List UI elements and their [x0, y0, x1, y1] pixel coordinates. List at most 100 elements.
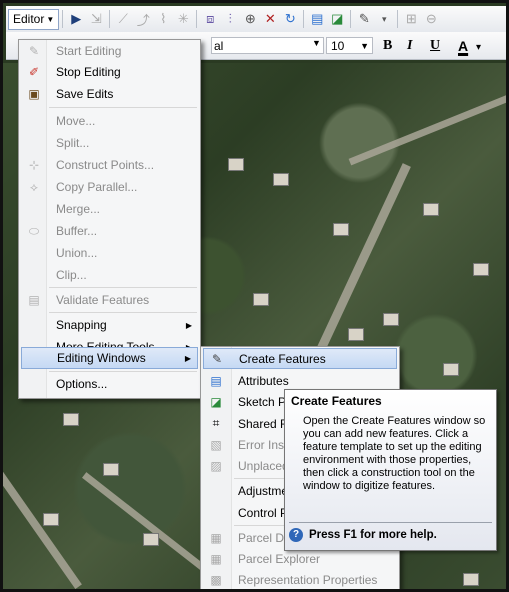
- menu-item-label: Construct Points...: [56, 158, 155, 172]
- straight-segment-icon[interactable]: ⟋: [113, 11, 133, 27]
- italic-button[interactable]: I: [407, 38, 412, 54]
- submenu-item-create-features[interactable]: ✎ Create Features: [203, 348, 397, 369]
- map-building: [63, 413, 79, 426]
- map-building: [383, 313, 399, 326]
- split-tool-icon[interactable]: ✕: [260, 11, 280, 27]
- edit-tool-icon[interactable]: ▶: [66, 11, 86, 27]
- menu-item-clip[interactable]: Clip...: [21, 264, 198, 286]
- trace-icon[interactable]: ⌇: [153, 11, 173, 27]
- menu-item-split[interactable]: Split...: [21, 132, 198, 154]
- toolbar-separator: [109, 10, 111, 28]
- menu-item-label: Options...: [56, 377, 108, 391]
- tooltip-title: Create Features: [291, 394, 382, 408]
- buffer-icon: ⬭: [28, 223, 40, 238]
- map-building: [253, 293, 269, 306]
- menu-item-stop-editing[interactable]: ✐ Stop Editing: [21, 61, 198, 83]
- sketch-properties-icon: ◪: [210, 394, 222, 409]
- create-features-icon: ✎: [211, 351, 223, 366]
- menu-separator: [49, 287, 197, 288]
- map-building: [103, 463, 119, 476]
- map-building: [348, 328, 364, 341]
- menu-item-label: Validate Features: [56, 293, 150, 307]
- representation-icon: ▩: [210, 572, 222, 587]
- attributes-icon[interactable]: ▤: [307, 11, 327, 27]
- map-building: [473, 263, 489, 276]
- menu-item-move[interactable]: Move...: [21, 110, 198, 132]
- endpoint-arc-icon[interactable]: ⤴: [133, 10, 153, 29]
- map-road: [3, 436, 82, 589]
- submenu-item-attributes[interactable]: ▤ Attributes: [203, 370, 397, 391]
- stop-editing-icon: ✐: [28, 65, 40, 79]
- editor-menu-button[interactable]: Editor ▼: [8, 8, 60, 30]
- toolbar-options-icon[interactable]: ▾: [374, 14, 394, 25]
- chevron-down-icon[interactable]: ▾: [476, 42, 481, 53]
- shared-features-icon: ⌗: [212, 416, 220, 430]
- menu-item-label: Save Edits: [56, 87, 114, 101]
- edit-annotation-icon[interactable]: ⇲: [86, 11, 106, 27]
- toolbar-separator: [397, 10, 399, 28]
- georeference-icon[interactable]: ⊞: [401, 11, 421, 27]
- menu-item-construct-points[interactable]: ⊹ Construct Points...: [21, 154, 198, 176]
- sketch-properties-icon[interactable]: ◪: [327, 11, 347, 27]
- rotate-icon[interactable]: ↻: [280, 11, 300, 27]
- menu-item-label: Editing Windows: [57, 351, 146, 365]
- map-building: [143, 533, 159, 546]
- map-road: [348, 87, 506, 166]
- menu-item-options[interactable]: Options...: [21, 373, 198, 395]
- menu-item-editing-windows[interactable]: Editing Windows ▶: [21, 347, 198, 369]
- menu-item-save-edits[interactable]: ▣ Save Edits: [21, 83, 198, 105]
- tooltip-divider: [289, 522, 492, 523]
- font-color-button[interactable]: A: [458, 38, 468, 54]
- toolbar-separator: [350, 10, 352, 28]
- menu-item-snapping[interactable]: Snapping ▶: [21, 314, 198, 336]
- edit-vertices-icon[interactable]: ⧈: [200, 11, 220, 27]
- underline-button[interactable]: U: [430, 38, 440, 54]
- submenu-item-label: Create Features: [239, 351, 326, 366]
- tooltip-help-text: Press F1 for more help.: [309, 529, 437, 541]
- map-building: [43, 513, 59, 526]
- tooltip-body: Open the Create Features window so you c…: [303, 415, 486, 492]
- tooltip-help: ? Press F1 for more help.: [289, 528, 437, 542]
- parcel-details-icon: ▦: [210, 530, 222, 545]
- submenu-arrow-icon: ▶: [184, 353, 191, 363]
- pencil-icon: ✎: [28, 44, 40, 58]
- cut-polygons-icon[interactable]: ⊕: [240, 11, 260, 27]
- menu-separator: [49, 371, 197, 372]
- toolbar-separator: [196, 10, 198, 28]
- font-name-value: al: [214, 39, 224, 53]
- unplaced-annotation-icon: ▨: [210, 458, 222, 473]
- font-name-select[interactable]: al: [211, 37, 324, 54]
- menu-item-union[interactable]: Union...: [21, 242, 198, 264]
- validate-icon: ▤: [28, 293, 40, 307]
- map-building: [423, 203, 439, 216]
- menu-item-label: Clip...: [56, 268, 87, 282]
- map-building: [463, 573, 479, 586]
- create-features-icon[interactable]: ✎: [354, 11, 374, 27]
- menu-item-buffer[interactable]: ⬭ Buffer...: [21, 220, 198, 242]
- menu-item-label: Union...: [56, 246, 98, 260]
- map-building: [273, 173, 289, 186]
- menu-item-merge[interactable]: Merge...: [21, 198, 198, 220]
- menu-item-start-editing[interactable]: ✎ Start Editing: [21, 40, 198, 62]
- arcmap-window: Editor ▼ ▶ ⇲ ⟋ ⤴ ⌇ ✳ ⧈ ⫶ ⊕ ✕ ↻ ▤ ◪ ✎ ▾ ⊞ …: [0, 0, 509, 592]
- editor-toolbar: Editor ▼ ▶ ⇲ ⟋ ⤴ ⌇ ✳ ⧈ ⫶ ⊕ ✕ ↻ ▤ ◪ ✎ ▾ ⊞ …: [6, 6, 506, 33]
- menu-separator: [49, 107, 197, 108]
- editor-menu-label: Editor: [13, 12, 45, 26]
- submenu-item-parcel-explorer[interactable]: ▦ Parcel Explorer: [203, 548, 397, 569]
- submenu-item-representation-properties[interactable]: ▩ Representation Properties: [203, 569, 397, 589]
- menu-item-label: Buffer...: [56, 224, 98, 238]
- construct-points-icon: ⊹: [28, 158, 40, 172]
- map-building: [333, 223, 349, 236]
- toolbar-overflow-icon[interactable]: ⊖: [421, 11, 441, 27]
- reshape-feature-icon[interactable]: ⫶: [220, 11, 240, 27]
- parcel-explorer-icon: ▦: [210, 551, 222, 566]
- menu-item-validate-features[interactable]: ▤ Validate Features: [21, 289, 198, 311]
- point-icon[interactable]: ✳: [173, 11, 193, 27]
- menu-item-label: Merge...: [56, 202, 101, 216]
- bold-button[interactable]: B: [383, 38, 392, 54]
- menu-item-copy-parallel[interactable]: ⟡ Copy Parallel...: [21, 176, 198, 198]
- menu-item-label: Move...: [56, 114, 96, 128]
- copy-parallel-icon: ⟡: [30, 179, 38, 194]
- menu-item-label: Split...: [56, 136, 90, 150]
- toolbar-separator: [62, 10, 64, 28]
